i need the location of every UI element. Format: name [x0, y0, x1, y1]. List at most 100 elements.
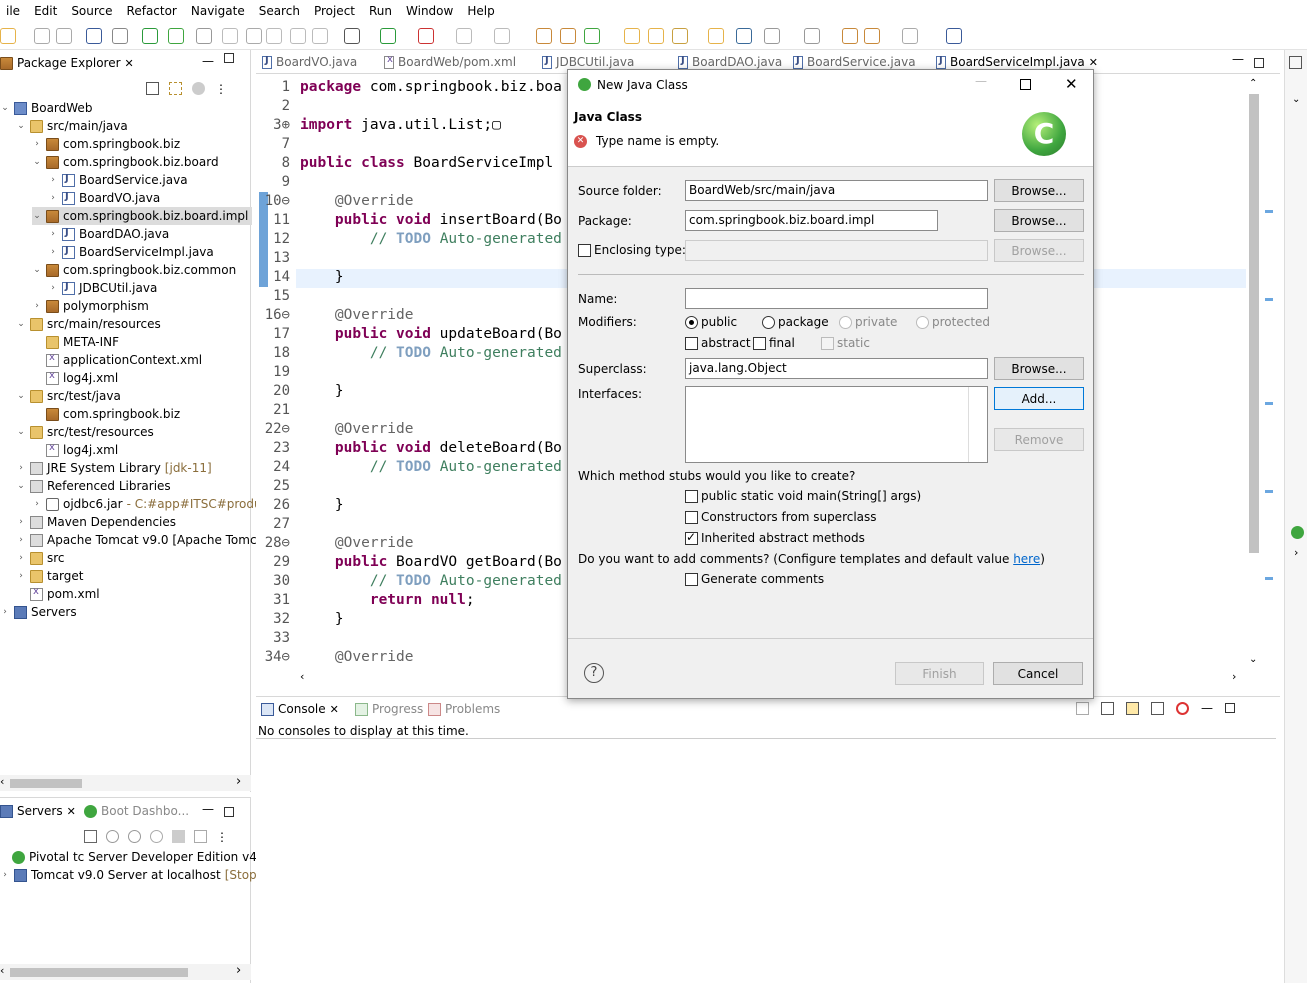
tree-item[interactable]: › BoardVO.java — [48, 189, 160, 207]
new-package-icon[interactable] — [560, 28, 576, 44]
tree-item[interactable]: log4j.xml — [32, 369, 118, 387]
tree-item[interactable]: ⌄ BoardWeb — [0, 99, 92, 117]
maximize-icon[interactable] — [1254, 58, 1264, 68]
editor-tab[interactable]: BoardDAO.java — [678, 55, 782, 69]
chevron-right-icon[interactable]: › — [16, 571, 26, 581]
tree-item[interactable]: › BoardServiceImpl.java — [48, 243, 214, 261]
modifier-abstract-checkbox[interactable] — [685, 337, 698, 350]
scroll-left-icon[interactable]: ‹ — [300, 670, 304, 683]
outline-icon[interactable] — [1289, 56, 1302, 69]
scroll-thumb[interactable] — [10, 968, 188, 977]
code-line[interactable]: @Override — [300, 534, 414, 553]
scroll-down-icon[interactable]: ⌄ — [1249, 654, 1257, 665]
console-red-icon[interactable] — [1176, 701, 1189, 715]
spring-icon[interactable] — [1291, 526, 1304, 539]
modifier-final-checkbox[interactable] — [753, 337, 766, 350]
tab-package-explorer[interactable]: Package Explorer ✕ — [0, 56, 134, 70]
help-icon[interactable]: ? — [584, 663, 604, 683]
server-item-pivotal[interactable]: Pivotal tc Server Developer Edition v4.0 — [12, 848, 268, 866]
tree-item[interactable]: log4j.xml — [32, 441, 118, 459]
tree-item[interactable]: ⌄ src/main/resources — [16, 315, 161, 333]
code-line[interactable]: package com.springbook.biz.boa — [300, 78, 562, 97]
display-console-icon[interactable] — [1101, 701, 1114, 715]
code-line[interactable]: import java.util.List;▢ — [300, 116, 501, 135]
overview-ruler-marker[interactable] — [1265, 490, 1273, 493]
open-folder-icon[interactable] — [648, 28, 664, 44]
open-console-icon[interactable] — [1126, 701, 1139, 715]
editor-tab[interactable]: BoardVO.java — [262, 55, 357, 69]
open-task-icon[interactable] — [708, 28, 724, 44]
open-type-icon[interactable] — [624, 28, 640, 44]
tab-servers[interactable]: Servers ✕ — [0, 804, 76, 818]
pin-icon[interactable] — [196, 28, 212, 44]
step-icon[interactable] — [494, 28, 510, 44]
scroll-up-icon[interactable]: ⌃ — [1249, 78, 1257, 89]
web-icon[interactable] — [736, 28, 752, 44]
minimize-icon[interactable]: — — [202, 802, 214, 816]
server-item-tomcat[interactable]: › Tomcat v9.0 Server at localhost [Stopp… — [0, 866, 271, 884]
code-line[interactable]: public void updateBoard(Bo — [300, 325, 562, 344]
chevron-right-icon[interactable]: › — [16, 553, 26, 563]
tab-console[interactable]: Console ✕ — [261, 702, 339, 716]
code-line[interactable]: } — [300, 496, 344, 515]
start-icon[interactable] — [128, 830, 141, 843]
new-server-icon[interactable] — [84, 830, 97, 843]
tree-item[interactable]: ⌄ com.springbook.biz.common — [32, 261, 236, 279]
chevron-down-icon[interactable]: ⌄ — [16, 319, 26, 329]
filter-icon[interactable] — [192, 82, 205, 95]
overview-ruler-marker[interactable] — [1265, 402, 1273, 405]
tree-item[interactable]: ⌄ Referenced Libraries — [16, 477, 170, 495]
tree-item[interactable]: › BoardDAO.java — [48, 225, 169, 243]
cancel-button[interactable]: Cancel — [993, 662, 1083, 685]
chevron-down-icon[interactable]: ⌄ — [16, 481, 26, 491]
tree-item[interactable]: ⌄ com.springbook.biz.board.impl — [32, 207, 253, 225]
stop-icon[interactable] — [456, 28, 472, 44]
tree-item[interactable]: › ojdbc6.jar - C:#app#ITSC#produc — [32, 495, 268, 513]
code-line[interactable]: } — [300, 268, 344, 287]
clipboard-icon[interactable] — [1151, 701, 1164, 715]
explorer-hscrollbar[interactable]: ‹ › — [0, 774, 251, 791]
minimize-icon[interactable]: — — [1232, 52, 1244, 66]
debug-icon[interactable] — [106, 830, 119, 843]
browse-package-button[interactable]: Browse... — [994, 209, 1084, 232]
chevron-right-icon[interactable]: › — [48, 283, 58, 293]
menu-item-navigate[interactable]: Navigate — [185, 4, 253, 18]
close-icon[interactable]: ✕ — [125, 57, 134, 70]
view-menu-icon[interactable]: ⋮ — [215, 82, 227, 96]
code-line[interactable]: // TODO Auto-generated — [300, 572, 562, 591]
save-icon[interactable] — [34, 28, 50, 44]
maximize-icon[interactable] — [224, 807, 234, 817]
menu-item-project[interactable]: Project — [308, 4, 363, 18]
chevron-right-icon[interactable]: › — [16, 517, 26, 527]
chevron-down-icon[interactable]: ⌄ — [16, 427, 26, 437]
chevron-down-icon[interactable]: ⌄ — [0, 103, 10, 113]
chevron-right-icon[interactable]: › — [48, 175, 58, 185]
profile-icon[interactable] — [150, 830, 163, 843]
code-line[interactable]: public void deleteBoard(Bo — [300, 439, 562, 458]
scroll-thumb[interactable] — [1249, 94, 1259, 553]
code-line[interactable]: @Override — [300, 192, 414, 211]
skip-breakpoints-icon[interactable] — [112, 28, 128, 44]
chevron-down-icon[interactable]: ⌄ — [1292, 94, 1300, 105]
scroll-right-icon[interactable]: › — [236, 774, 241, 789]
new-icon[interactable] — [0, 28, 16, 44]
code-line[interactable]: } — [300, 382, 344, 401]
tree-item[interactable]: › Servers — [0, 603, 76, 621]
menu-item-run[interactable]: Run — [363, 4, 400, 18]
tree-item[interactable]: › BoardService.java — [48, 171, 187, 189]
scroll-left-icon[interactable]: ‹ — [0, 775, 4, 788]
close-icon[interactable]: ✕ — [330, 703, 339, 716]
interfaces-list[interactable] — [685, 386, 988, 463]
minimize-icon[interactable]: — — [1201, 701, 1213, 715]
scroll-left-icon[interactable]: ‹ — [0, 964, 4, 977]
chevron-down-icon[interactable]: ⌄ — [16, 391, 26, 401]
editor-tab[interactable]: BoardServiceImpl.java ✕ — [936, 55, 1098, 69]
code-line[interactable]: public BoardVO getBoard(Bo — [300, 553, 562, 572]
code-line[interactable]: @Override — [300, 648, 414, 667]
close-icon[interactable]: ✕ — [1065, 75, 1078, 93]
chevron-right-icon[interactable]: › — [32, 301, 42, 311]
tree-item[interactable]: ⌄ src/main/java — [16, 117, 128, 135]
chevron-right-icon[interactable]: › — [48, 247, 58, 257]
tree-item[interactable]: ⌄ src/test/resources — [16, 423, 154, 441]
tree-item[interactable]: › JDBCUtil.java — [48, 279, 157, 297]
